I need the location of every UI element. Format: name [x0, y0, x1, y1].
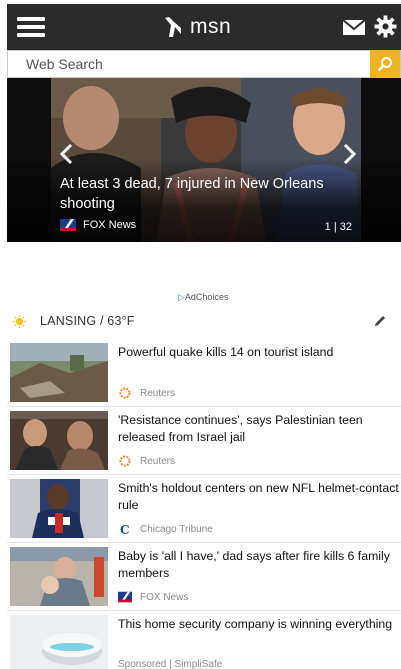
brand-name: msn — [190, 15, 232, 38]
weather-location-temp: LANSING / 63°F — [40, 314, 135, 328]
hero-counter: 1 | 32 — [324, 221, 352, 233]
msn-logo[interactable]: msn — [162, 13, 231, 41]
news-item[interactable]: 'Resistance continues', says Palestinian… — [7, 407, 401, 475]
adchoices-icon: ▷ — [178, 292, 185, 302]
news-thumbnail — [10, 615, 108, 669]
search-input[interactable] — [8, 51, 372, 77]
top-app-bar: msn — [7, 4, 401, 50]
news-thumbnail — [10, 343, 108, 402]
news-source-label: Sponsored | SimpliSafe — [118, 659, 223, 669]
news-source: Sponsored | SimpliSafe — [118, 659, 222, 669]
news-thumbnail — [10, 479, 108, 538]
gear-icon[interactable] — [374, 15, 397, 38]
news-item[interactable]: Smith's holdout centers on new NFL helme… — [7, 475, 401, 543]
fox-news-logo — [118, 591, 132, 603]
adchoices-label: AdChoices — [184, 292, 229, 302]
chevron-left-icon[interactable] — [57, 142, 77, 166]
chevron-right-icon[interactable] — [339, 142, 359, 166]
menu-icon[interactable] — [17, 17, 45, 37]
news-source-label: Reuters — [140, 387, 176, 399]
search-button[interactable] — [370, 50, 400, 78]
news-title[interactable]: This home security company is winning ev… — [118, 616, 400, 633]
news-title[interactable]: 'Resistance continues', says Palestinian… — [118, 412, 400, 446]
hero-source-label: FOX News — [83, 219, 137, 231]
news-thumbnail — [10, 547, 108, 606]
news-source-label: Reuters — [140, 455, 176, 467]
search-icon — [377, 57, 392, 72]
news-title[interactable]: Baby is 'all I have,' dad says after fir… — [118, 548, 400, 582]
reuters-logo — [119, 387, 131, 399]
fox-news-logo — [60, 219, 76, 231]
news-source-label: FOX News — [140, 591, 189, 603]
news-item[interactable]: Powerful quake kills 14 on tourist islan… — [7, 339, 401, 407]
sponsored-news-item[interactable]: This home security company is winning ev… — [7, 611, 401, 669]
mail-icon[interactable] — [343, 20, 365, 35]
pencil-icon[interactable] — [373, 314, 387, 328]
news-thumbnail — [10, 411, 108, 470]
news-source: Reuters — [118, 455, 175, 467]
chicago-tribune-logo: C — [120, 523, 130, 535]
news-source-label: Chicago Tribune — [140, 523, 213, 535]
hero-source: FOX News — [60, 219, 136, 231]
news-title[interactable]: Powerful quake kills 14 on tourist islan… — [118, 344, 400, 361]
hero-headline[interactable]: At least 3 dead, 7 injured in New Orlean… — [60, 174, 350, 214]
news-list: Powerful quake kills 14 on tourist islan… — [7, 339, 401, 669]
search-bar — [7, 50, 401, 78]
news-source: FOX News — [118, 591, 188, 603]
news-item[interactable]: Baby is 'all I have,' dad says after fir… — [7, 543, 401, 611]
news-source: C Chicago Tribune — [118, 523, 213, 535]
hero-carousel[interactable]: At least 3 dead, 7 injured in New Orlean… — [7, 78, 401, 242]
svg-text:C: C — [120, 523, 130, 535]
weather-bar[interactable]: LANSING / 63°F — [7, 311, 401, 333]
news-title[interactable]: Smith's holdout centers on new NFL helme… — [118, 480, 400, 514]
adchoices-link[interactable]: ▷AdChoices — [178, 292, 228, 303]
butterfly-icon — [165, 17, 181, 37]
reuters-logo — [119, 455, 131, 467]
news-source: Reuters — [118, 387, 175, 399]
sun-icon — [13, 315, 26, 328]
